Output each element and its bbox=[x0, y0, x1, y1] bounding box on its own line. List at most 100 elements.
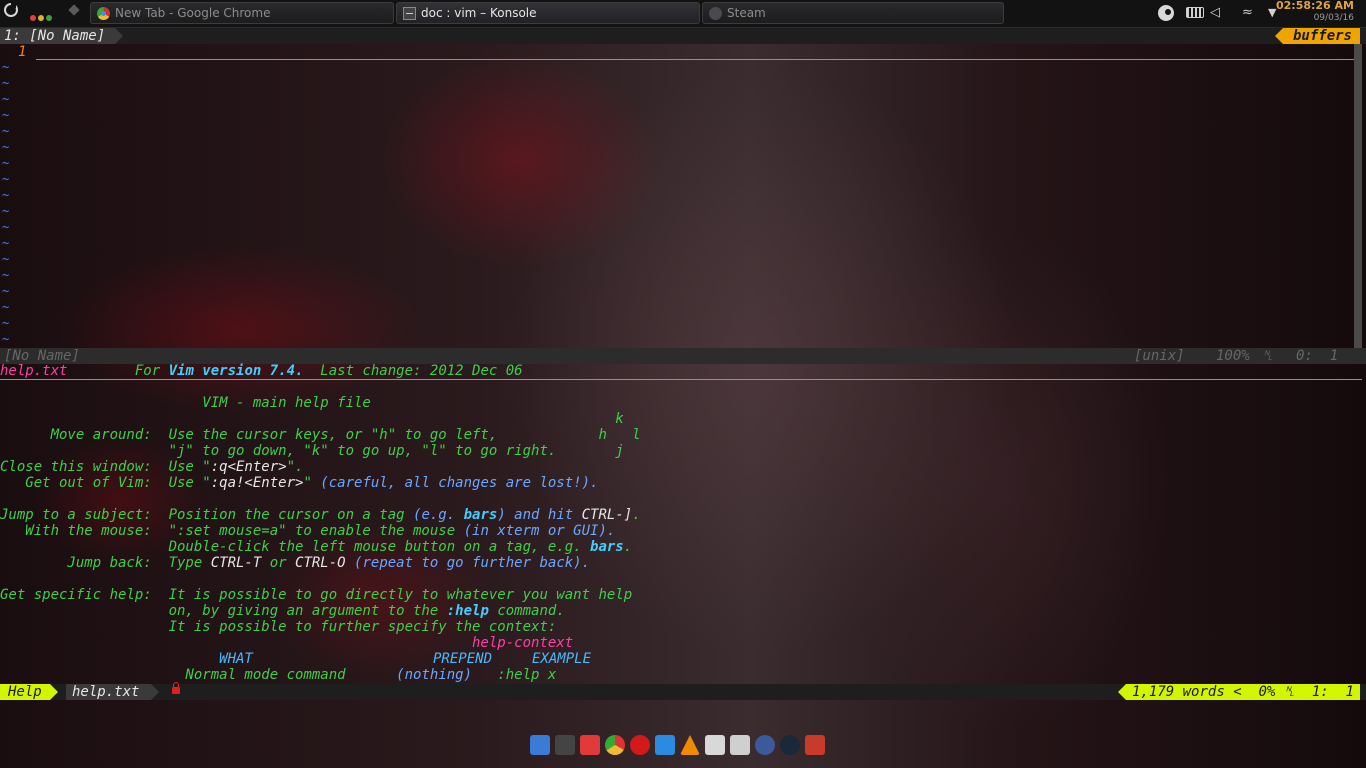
clock[interactable]: 02:58:26 AM 09/03/16 bbox=[1276, 0, 1354, 24]
files-icon[interactable] bbox=[530, 735, 550, 755]
status-right: 1,179 words < 0% ␤ 1: 1 bbox=[1118, 684, 1360, 700]
vim-tabline: 1: [No Name] buffers bbox=[0, 28, 1366, 44]
help-table-header: WHAT PREPEND EXAMPLE bbox=[0, 651, 1366, 667]
vivaldi-icon[interactable] bbox=[580, 735, 600, 755]
opera-icon[interactable] bbox=[630, 735, 650, 755]
chrome-icon bbox=[97, 7, 110, 20]
tilde-marker: ~ bbox=[2, 316, 10, 330]
active-statusline: Help help.txt 1,179 words < 0% ␤ 1: 1 bbox=[0, 682, 1366, 700]
top-panel: New Tab - Google Chrome doc : vim – Kons… bbox=[0, 0, 1366, 28]
help-line-jumpback: Jump back: Type CTRL-T or CTRL-O (repeat… bbox=[0, 555, 1366, 571]
help-for: For bbox=[134, 363, 169, 379]
vlc-icon[interactable] bbox=[680, 735, 700, 755]
monitor-icon[interactable] bbox=[655, 735, 675, 755]
text: ". bbox=[286, 459, 304, 475]
key-ctrl-o: CTRL-O bbox=[295, 555, 346, 571]
help-line-move-b: "j" to go down, "k" to go up, "l" to go … bbox=[0, 443, 624, 459]
cursor-position: 1: 1 bbox=[1311, 684, 1354, 700]
os-logo-icon[interactable] bbox=[4, 2, 18, 17]
link-help[interactable]: :help bbox=[447, 603, 489, 619]
help-title: VIM - main help file bbox=[0, 395, 371, 411]
cursor-position: 0: 1 bbox=[1296, 348, 1339, 364]
text: . bbox=[632, 507, 641, 523]
tilde-marker: ~ bbox=[2, 60, 10, 74]
buffers-label: buffers bbox=[1274, 28, 1360, 44]
gmail-icon[interactable] bbox=[805, 735, 825, 755]
text bbox=[346, 555, 354, 571]
task-label: New Tab - Google Chrome bbox=[115, 6, 271, 20]
help-header: help.txt For Vim version 7.4. Last chang… bbox=[0, 363, 1366, 379]
terminal-icon[interactable] bbox=[555, 735, 575, 755]
tilde-marker: ~ bbox=[2, 124, 10, 138]
key-qa-enter: :qa!<Enter> bbox=[210, 475, 304, 491]
scroll-percent: 0% bbox=[1258, 684, 1276, 700]
key-ctrl-t: CTRL-T bbox=[210, 555, 262, 571]
link-bars[interactable]: bars bbox=[464, 507, 498, 523]
line-icon: ␤ bbox=[1262, 348, 1274, 364]
col-what: WHAT bbox=[0, 651, 253, 667]
text: With the mouse: ":set mouse=a" to enable… bbox=[0, 523, 464, 539]
chrome-icon[interactable] bbox=[605, 735, 625, 755]
help-line-dblclick: Double-click the left mouse button on a … bbox=[0, 539, 1366, 555]
folder-icon[interactable] bbox=[730, 735, 750, 755]
tilde-marker: ~ bbox=[2, 252, 10, 266]
tilde-marker: ~ bbox=[2, 140, 10, 154]
pin-icon[interactable] bbox=[68, 4, 80, 16]
text: Double-click the left mouse button on a … bbox=[0, 539, 591, 555]
text: Get out of Vim: Use " bbox=[0, 475, 211, 491]
tilde-marker: ~ bbox=[2, 300, 10, 314]
cursor-line bbox=[36, 59, 1362, 60]
task-chrome[interactable]: New Tab - Google Chrome bbox=[90, 2, 394, 24]
dock bbox=[530, 731, 840, 759]
col-example: EXAMPLE bbox=[532, 651, 592, 667]
help-line-spec-c: It is possible to further specify the co… bbox=[0, 619, 557, 635]
tilde-marker: ~ bbox=[2, 268, 10, 282]
line-number: 1 bbox=[18, 44, 27, 60]
wifi-icon[interactable]: ≈ bbox=[1242, 5, 1253, 21]
clock-date: 09/03/16 bbox=[1313, 13, 1354, 23]
tilde-marker: ~ bbox=[2, 172, 10, 186]
headphones-icon[interactable] bbox=[755, 735, 775, 755]
link-bars[interactable]: bars bbox=[590, 539, 624, 555]
text: (repeat to go further back). bbox=[354, 555, 591, 571]
tilde-marker: ~ bbox=[2, 220, 10, 234]
tilde-marker: ~ bbox=[2, 204, 10, 218]
window-controls-icon[interactable] bbox=[30, 10, 54, 24]
status-filename: help.txt bbox=[66, 684, 160, 700]
text: on, by giving an argument to the bbox=[0, 603, 447, 619]
tilde-marker: ~ bbox=[2, 284, 10, 298]
media-icon[interactable] bbox=[705, 735, 725, 755]
task-steam[interactable]: Steam bbox=[702, 2, 1004, 24]
clock-time: 02:58:26 AM bbox=[1275, 0, 1354, 12]
scrollbar[interactable] bbox=[1354, 44, 1362, 348]
help-line-close: Close this window: Use ":q<Enter>". bbox=[0, 459, 1366, 475]
last-change: Last change: 2012 Dec 06 bbox=[303, 363, 523, 379]
text: (e.g. bbox=[413, 507, 464, 523]
key-q-enter: :q<Enter> bbox=[210, 459, 287, 475]
vim-version: Vim version 7.4. bbox=[168, 363, 304, 379]
scrollbar-thumb[interactable] bbox=[1354, 44, 1362, 348]
help-context-tag: help-context bbox=[0, 635, 574, 651]
task-konsole[interactable]: doc : vim – Konsole bbox=[396, 2, 700, 24]
mode-indicator: Help bbox=[0, 684, 58, 700]
inactive-statusline: [No Name] [unix] 100% ␤ 0: 1 bbox=[0, 348, 1366, 364]
text: ) and hit bbox=[497, 507, 582, 523]
lock-icon bbox=[172, 682, 180, 694]
text: " bbox=[303, 475, 321, 491]
steam-tray-icon[interactable] bbox=[1158, 5, 1174, 21]
help-cursor-line bbox=[0, 379, 1362, 380]
help-tag: help.txt bbox=[0, 363, 68, 379]
tilde-marker: ~ bbox=[2, 236, 10, 250]
buffer-name: [No Name] bbox=[4, 348, 80, 364]
task-label: doc : vim – Konsole bbox=[421, 6, 537, 20]
text: (nothing) bbox=[396, 667, 473, 683]
text: (in xterm or GUI). bbox=[463, 523, 616, 539]
tab-no-name[interactable]: 1: [No Name] bbox=[0, 28, 124, 44]
text: :help x bbox=[472, 667, 557, 683]
key-ctrl-bracket: CTRL-] bbox=[581, 507, 633, 523]
keyboard-icon[interactable] bbox=[1186, 7, 1204, 18]
note-careful: (careful, all changes are lost!). bbox=[320, 475, 599, 491]
volume-icon[interactable]: ◁ bbox=[1210, 5, 1220, 21]
steam-icon[interactable] bbox=[780, 735, 800, 755]
text: or bbox=[261, 555, 296, 571]
